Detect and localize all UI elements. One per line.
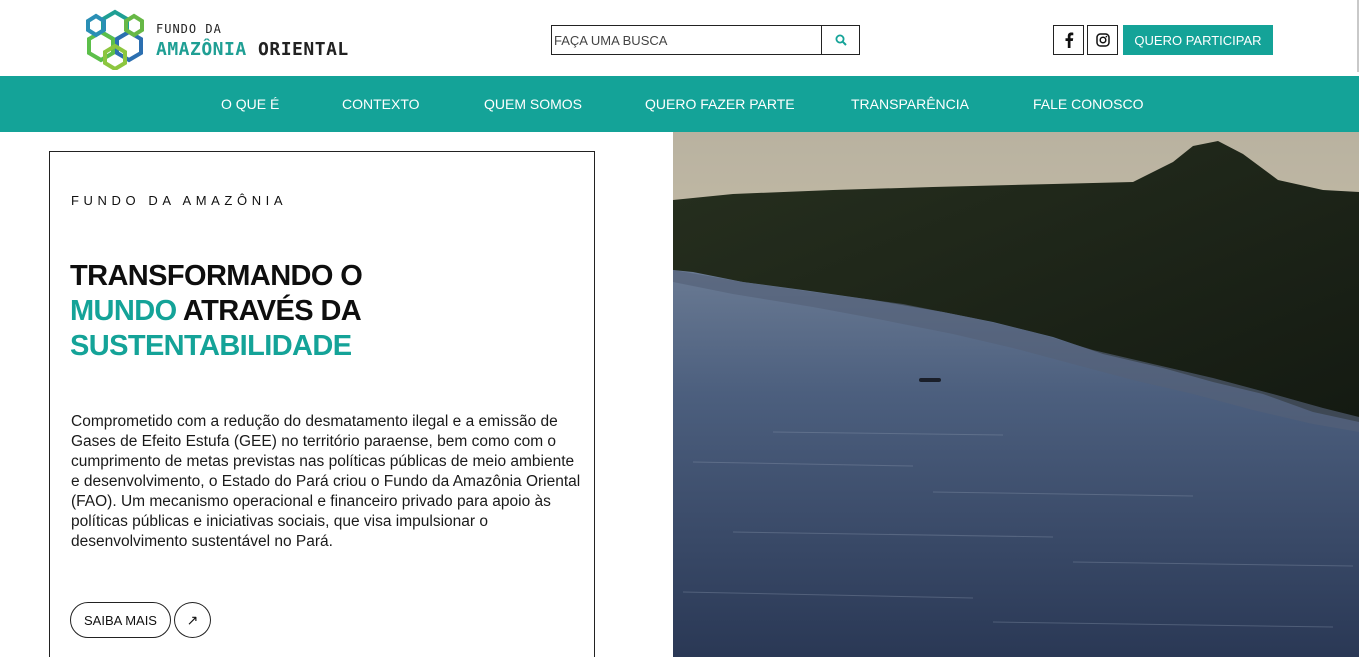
logo-word-oriental: ORIENTAL <box>258 39 349 60</box>
facebook-button[interactable] <box>1053 25 1084 55</box>
hero-eyebrow: FUNDO DA AMAZÔNIA <box>71 193 288 208</box>
logo-line-1: FUNDO DA <box>156 22 222 36</box>
instagram-icon <box>1095 33 1110 47</box>
search-input[interactable] <box>552 26 821 54</box>
nav-item-quem-somos[interactable]: QUEM SOMOS <box>484 76 582 132</box>
site-header: FUNDO DA AMAZÔNIA ORIENTAL QUERO PARTICI… <box>0 0 1359 76</box>
nav-item-fale-conosco[interactable]: FALE CONOSCO <box>1033 76 1143 132</box>
site-logo[interactable]: FUNDO DA AMAZÔNIA ORIENTAL <box>84 8 349 70</box>
headline-part-3: ATRAVÉS DA <box>176 295 362 327</box>
search-icon <box>835 34 847 46</box>
facebook-icon <box>1065 32 1073 48</box>
nav-item-quero-fazer-parte[interactable]: QUERO FAZER PARTE <box>645 76 795 132</box>
saiba-mais-button[interactable]: SAIBA MAIS <box>70 602 171 638</box>
river-landscape-image <box>673 132 1359 657</box>
main-nav: O QUE É CONTEXTO QUEM SOMOS QUERO FAZER … <box>0 76 1359 132</box>
search-bar <box>551 25 860 55</box>
hero-headline: TRANSFORMANDO O MUNDO ATRAVÉS DA SUSTENT… <box>70 259 363 364</box>
hexagon-logo-icon <box>86 9 144 70</box>
headline-highlight-sustentabilidade: SUSTENTABILIDADE <box>70 330 352 362</box>
headline-part-1: TRANSFORMANDO O <box>70 260 363 292</box>
arrow-up-right-icon: ↗ <box>186 611 199 628</box>
hero-card: FUNDO DA AMAZÔNIA TRANSFORMANDO O MUNDO … <box>49 151 595 657</box>
hero-image <box>673 132 1359 657</box>
hero-description: Comprometido com a redução do desmatamen… <box>71 413 581 550</box>
search-button[interactable] <box>821 26 859 54</box>
nav-item-o-que-e[interactable]: O QUE É <box>221 76 279 132</box>
logo-line-2: AMAZÔNIA ORIENTAL <box>156 41 349 59</box>
arrow-up-right-button[interactable]: ↗ <box>174 602 211 638</box>
nav-item-transparencia[interactable]: TRANSPARÊNCIA <box>851 76 969 132</box>
nav-item-contexto[interactable]: CONTEXTO <box>342 76 420 132</box>
logo-word-amazonia: AMAZÔNIA <box>156 39 247 60</box>
instagram-button[interactable] <box>1087 25 1118 55</box>
logo-wordmark: FUNDO DA AMAZÔNIA ORIENTAL <box>156 19 349 59</box>
headline-highlight-mundo: MUNDO <box>70 295 177 327</box>
quero-participar-button[interactable]: QUERO PARTICIPAR <box>1123 25 1273 55</box>
